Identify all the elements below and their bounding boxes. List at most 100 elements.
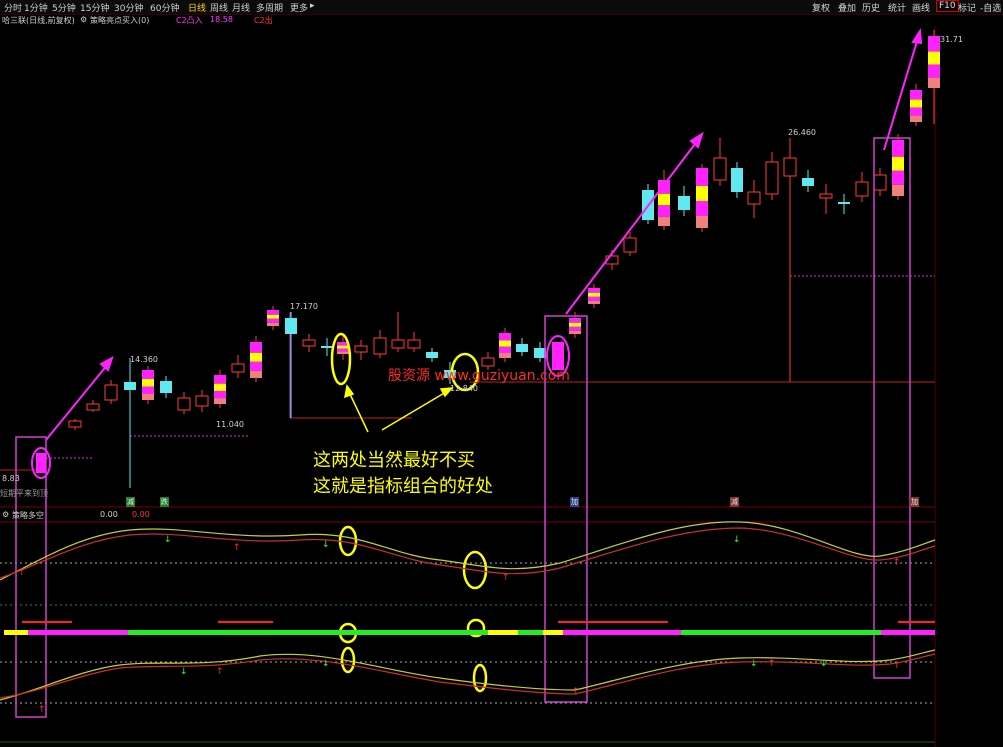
annotation-text-line2: 这就是指标组合的好处 xyxy=(313,476,493,497)
signal-candle-segment xyxy=(250,361,262,371)
signal-candle-segment xyxy=(214,390,226,399)
signal-candle-segment xyxy=(588,288,600,293)
up-arrow-icon: ↑ xyxy=(572,687,580,697)
candlestick-series xyxy=(68,30,940,488)
indicator-curves xyxy=(0,521,936,701)
signal-candle-segment xyxy=(499,346,511,353)
signal-candle-segment xyxy=(696,168,708,186)
signal-candle-segment xyxy=(142,370,154,379)
signal-candle-segment xyxy=(267,310,279,315)
down-arrow-icon: ↓ xyxy=(322,540,330,550)
signal-candle-segment xyxy=(569,318,581,323)
price-label: 8.83 xyxy=(2,474,20,483)
sub-panel-title[interactable]: 策略多空 xyxy=(12,510,44,521)
candle-body xyxy=(391,339,405,349)
candle-body xyxy=(354,345,368,353)
signal-candle-segment xyxy=(892,184,904,196)
candle-body xyxy=(302,339,316,347)
candle-body xyxy=(124,382,136,390)
signal-segment xyxy=(681,630,881,635)
candle-body xyxy=(747,191,761,205)
sidebar-note: 短期平来到顶 xyxy=(0,489,48,498)
candle-body xyxy=(713,157,727,181)
candle-body xyxy=(731,168,743,192)
signal-candle-segment xyxy=(910,107,922,116)
signal-candle-segment xyxy=(337,348,349,352)
signal-candle-segment xyxy=(696,186,708,201)
signal-segment xyxy=(881,630,935,635)
annotation-text-line1: 这两处当然最好不买 xyxy=(313,450,475,471)
signal-candle-segment xyxy=(267,314,279,319)
candle-body xyxy=(195,395,209,407)
signal-candle-segment xyxy=(910,115,922,122)
signal-candle-segment xyxy=(250,370,262,378)
signal-candle-segment xyxy=(250,342,262,353)
signal-candle-segment xyxy=(928,51,940,65)
signal-tag: 加 xyxy=(570,497,579,507)
arrow-head xyxy=(99,355,114,372)
sub-panel-value: 0.00 xyxy=(100,510,118,519)
signal-candle-segment xyxy=(142,386,154,394)
up-arrow-icon: ↑ xyxy=(893,558,901,568)
signal-arrows: ↑ ↓ ↑ ↓ ↑ ↓ ↑ ↑ ↓ ↑ ↓ ↑ ↓ ↑ ↓ ↑ xyxy=(18,535,901,715)
candle-body xyxy=(426,352,438,358)
price-label: 11.040 xyxy=(216,420,244,429)
fast-line xyxy=(0,521,936,581)
candle-body xyxy=(819,193,833,199)
signal-tag: 跌 xyxy=(160,497,169,507)
slow-line xyxy=(0,653,936,699)
candle-body xyxy=(160,381,172,393)
trend-arrow xyxy=(565,139,699,315)
signal-candle-segment xyxy=(588,292,600,297)
candle-body xyxy=(623,237,637,253)
arrow-head xyxy=(689,131,704,149)
signal-segment xyxy=(543,630,563,635)
candle-body xyxy=(407,339,421,349)
annotation-arrow xyxy=(348,391,369,433)
signal-candle-segment xyxy=(588,296,600,301)
arrow-head xyxy=(344,384,355,399)
gear-icon[interactable]: ⚙ xyxy=(2,510,9,519)
candle-body xyxy=(231,363,245,373)
annotation-arrow xyxy=(381,391,447,431)
candle-body xyxy=(765,161,779,195)
signal-candle-segment xyxy=(499,353,511,358)
signal-candle-segment xyxy=(142,394,154,400)
candle-body xyxy=(678,196,690,210)
candle-body xyxy=(86,403,100,411)
signal-candle-segment xyxy=(658,193,670,206)
signal-candle-segment xyxy=(928,64,940,78)
down-arrow-icon: ↓ xyxy=(750,659,758,669)
signal-candle-segment xyxy=(696,201,708,216)
candle-body xyxy=(285,318,297,334)
down-arrow-icon: ↓ xyxy=(322,659,330,669)
signal-segment xyxy=(218,621,273,623)
signal-candle-segment xyxy=(142,379,154,387)
arrow-head xyxy=(911,27,923,45)
signal-candle-segment xyxy=(267,322,279,326)
up-arrow-icon: ↑ xyxy=(502,573,510,583)
signal-candle-segment xyxy=(337,345,349,349)
candle-body xyxy=(855,181,869,197)
fast-line xyxy=(0,649,936,701)
signal-segment xyxy=(4,630,28,635)
signal-candle-segment xyxy=(892,140,904,157)
signal-segment xyxy=(488,630,518,635)
signal-candle-segment xyxy=(910,90,922,100)
price-label: 26.460 xyxy=(788,128,816,137)
signal-candle-segment xyxy=(214,398,226,404)
signal-segment xyxy=(128,630,488,635)
highlight-box xyxy=(873,137,911,679)
signal-segment xyxy=(898,621,935,623)
up-arrow-icon: ↑ xyxy=(768,659,776,669)
candle-body xyxy=(802,178,814,186)
signal-segment xyxy=(28,630,128,635)
signal-candle-segment xyxy=(588,300,600,304)
signal-segment xyxy=(518,630,543,635)
candle-body xyxy=(373,337,387,355)
up-arrow-icon: ↑ xyxy=(216,667,224,677)
signal-candle-segment xyxy=(214,375,226,384)
candle-body xyxy=(104,384,118,401)
price-label: 17.170 xyxy=(290,302,318,311)
signal-candle-segment xyxy=(658,216,670,226)
